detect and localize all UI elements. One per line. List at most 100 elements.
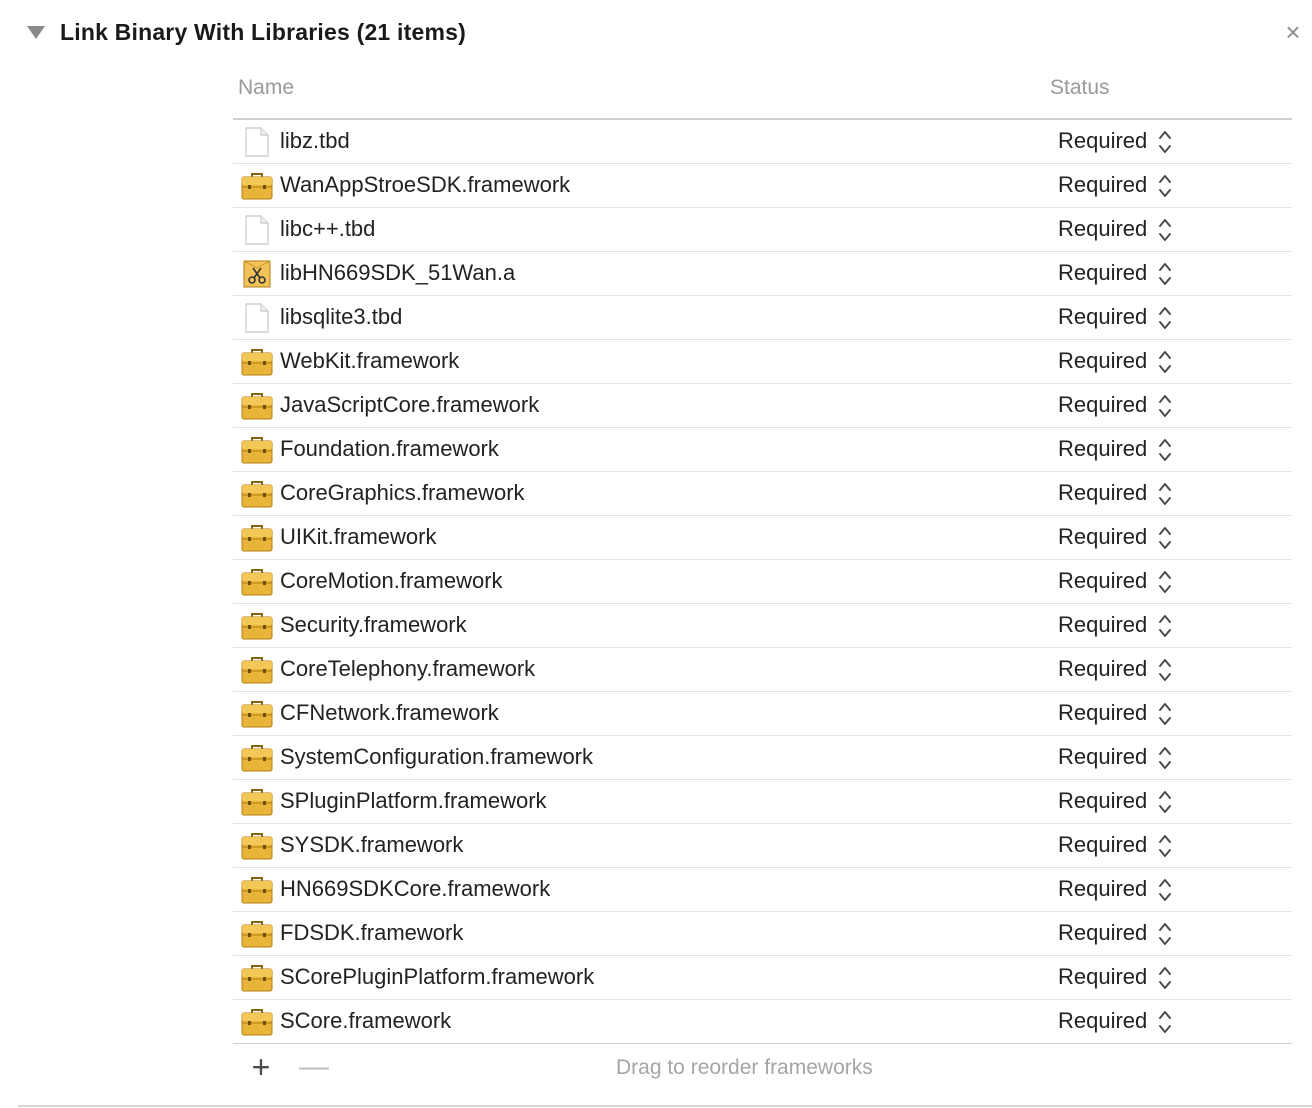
framework-toolbox-icon	[241, 699, 273, 729]
status-value[interactable]: Required	[1058, 128, 1147, 154]
status-value[interactable]: Required	[1058, 216, 1147, 242]
status-stepper-icon[interactable]	[1157, 1007, 1173, 1037]
status-value[interactable]: Required	[1058, 744, 1147, 770]
status-value[interactable]: Required	[1058, 700, 1147, 726]
table-row[interactable]: HN669SDKCore.framework Required	[233, 868, 1292, 912]
status-value[interactable]: Required	[1058, 612, 1147, 638]
reorder-hint: Drag to reorder frameworks	[616, 1056, 873, 1079]
library-name: JavaScriptCore.framework	[280, 392, 540, 417]
status-value[interactable]: Required	[1058, 832, 1147, 858]
status-stepper-icon[interactable]	[1157, 523, 1173, 553]
document-icon	[241, 127, 273, 157]
table-row[interactable]: CoreGraphics.framework Required	[233, 472, 1292, 516]
framework-toolbox-icon	[241, 875, 273, 905]
table-row[interactable]: CoreTelephony.framework Required	[233, 648, 1292, 692]
status-stepper-icon[interactable]	[1157, 391, 1173, 421]
status-value[interactable]: Required	[1058, 436, 1147, 462]
add-library-button[interactable]: +	[249, 1051, 273, 1083]
table-row[interactable]: libz.tbd Required	[233, 120, 1292, 164]
framework-toolbox-icon	[241, 743, 273, 773]
column-header-name[interactable]: Name	[238, 76, 294, 100]
library-name: CFNetwork.framework	[280, 700, 499, 725]
status-stepper-icon[interactable]	[1157, 787, 1173, 817]
status-stepper-icon[interactable]	[1157, 347, 1173, 377]
library-name: SYSDK.framework	[280, 832, 464, 857]
table-row[interactable]: Foundation.framework Required	[233, 428, 1292, 472]
library-name: SPluginPlatform.framework	[280, 788, 547, 813]
table-footer: + — Drag to reorder frameworks	[233, 1043, 1292, 1092]
framework-toolbox-icon	[241, 655, 273, 685]
status-stepper-icon[interactable]	[1157, 171, 1173, 201]
library-name: WanAppStroeSDK.framework	[280, 172, 571, 197]
framework-toolbox-icon	[241, 479, 273, 509]
table-row[interactable]: WanAppStroeSDK.framework Required	[233, 164, 1292, 208]
table-row[interactable]: libHN669SDK_51Wan.a Required	[233, 252, 1292, 296]
library-name: SCorePluginPlatform.framework	[280, 964, 595, 989]
library-name: libz.tbd	[280, 128, 350, 153]
status-stepper-icon[interactable]	[1157, 743, 1173, 773]
status-stepper-icon[interactable]	[1157, 875, 1173, 905]
status-value[interactable]: Required	[1058, 348, 1147, 374]
framework-toolbox-icon	[241, 523, 273, 553]
status-value[interactable]: Required	[1058, 480, 1147, 506]
status-stepper-icon[interactable]	[1157, 699, 1173, 729]
table-row[interactable]: SCorePluginPlatform.framework Required	[233, 956, 1292, 1000]
table-row[interactable]: FDSDK.framework Required	[233, 912, 1292, 956]
status-value[interactable]: Required	[1058, 172, 1147, 198]
library-name: libc++.tbd	[280, 216, 376, 241]
status-value[interactable]: Required	[1058, 876, 1147, 902]
library-name: CoreGraphics.framework	[280, 480, 525, 505]
status-stepper-icon[interactable]	[1157, 435, 1173, 465]
table-row[interactable]: SPluginPlatform.framework Required	[233, 780, 1292, 824]
status-stepper-icon[interactable]	[1157, 655, 1173, 685]
status-value[interactable]: Required	[1058, 656, 1147, 682]
framework-toolbox-icon	[241, 611, 273, 641]
status-value[interactable]: Required	[1058, 392, 1147, 418]
table-row[interactable]: UIKit.framework Required	[233, 516, 1292, 560]
status-value[interactable]: Required	[1058, 524, 1147, 550]
section-divider	[18, 1105, 1312, 1107]
status-stepper-icon[interactable]	[1157, 259, 1173, 289]
framework-toolbox-icon	[241, 963, 273, 993]
framework-toolbox-icon	[241, 919, 273, 949]
status-stepper-icon[interactable]	[1157, 303, 1173, 333]
status-stepper-icon[interactable]	[1157, 127, 1173, 157]
column-header-status[interactable]: Status	[1050, 76, 1110, 100]
status-stepper-icon[interactable]	[1157, 919, 1173, 949]
table-row[interactable]: JavaScriptCore.framework Required	[233, 384, 1292, 428]
table-row[interactable]: Security.framework Required	[233, 604, 1292, 648]
table-row[interactable]: WebKit.framework Required	[233, 340, 1292, 384]
status-value[interactable]: Required	[1058, 964, 1147, 990]
status-stepper-icon[interactable]	[1157, 567, 1173, 597]
framework-toolbox-icon	[241, 787, 273, 817]
library-name: CoreTelephony.framework	[280, 656, 536, 681]
status-stepper-icon[interactable]	[1157, 215, 1173, 245]
table-row[interactable]: libc++.tbd Required	[233, 208, 1292, 252]
status-value[interactable]: Required	[1058, 788, 1147, 814]
status-stepper-icon[interactable]	[1157, 479, 1173, 509]
table-row[interactable]: SystemConfiguration.framework Required	[233, 736, 1292, 780]
table-row[interactable]: SYSDK.framework Required	[233, 824, 1292, 868]
close-icon[interactable]: ×	[1281, 19, 1305, 45]
status-value[interactable]: Required	[1058, 1008, 1147, 1034]
document-icon	[241, 303, 273, 333]
table-body: libz.tbd Required WanAppStroeSDK.framewo…	[233, 120, 1292, 1043]
document-icon	[241, 215, 273, 245]
framework-toolbox-icon	[241, 347, 273, 377]
status-value[interactable]: Required	[1058, 568, 1147, 594]
status-value[interactable]: Required	[1058, 920, 1147, 946]
status-value[interactable]: Required	[1058, 304, 1147, 330]
table-row[interactable]: SCore.framework Required	[233, 1000, 1292, 1043]
disclosure-triangle-down-icon[interactable]	[27, 26, 45, 39]
status-stepper-icon[interactable]	[1157, 611, 1173, 641]
table-row[interactable]: libsqlite3.tbd Required	[233, 296, 1292, 340]
table-row[interactable]: CoreMotion.framework Required	[233, 560, 1292, 604]
status-stepper-icon[interactable]	[1157, 963, 1173, 993]
library-name: SCore.framework	[280, 1008, 452, 1033]
framework-toolbox-icon	[241, 391, 273, 421]
status-stepper-icon[interactable]	[1157, 831, 1173, 861]
status-value[interactable]: Required	[1058, 260, 1147, 286]
remove-library-button[interactable]: —	[299, 1052, 329, 1082]
library-name: Foundation.framework	[280, 436, 499, 461]
table-row[interactable]: CFNetwork.framework Required	[233, 692, 1292, 736]
